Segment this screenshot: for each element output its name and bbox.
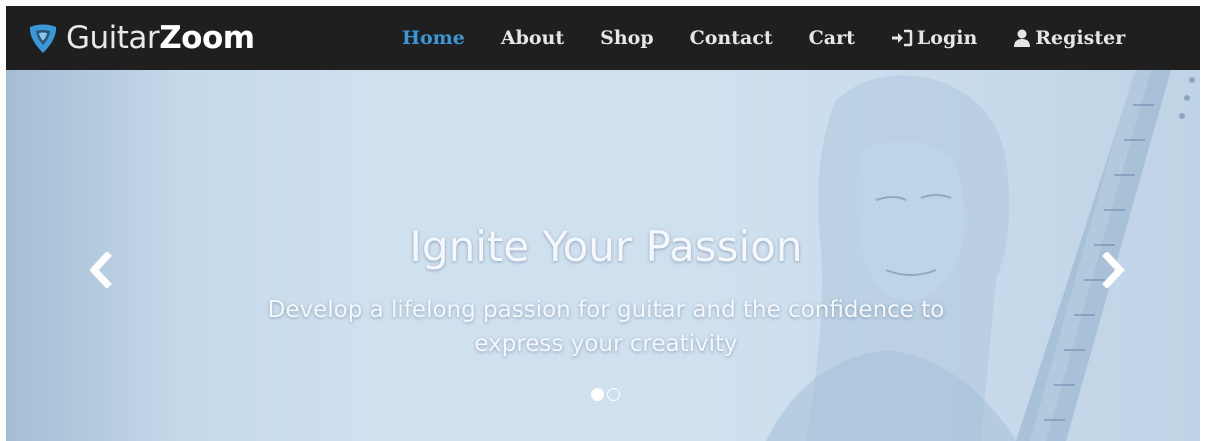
nav-register[interactable]: Register: [1013, 27, 1125, 49]
guitar-pick-icon: [29, 24, 57, 53]
nav-contact[interactable]: Contact: [690, 27, 773, 49]
sign-in-icon: [891, 29, 913, 47]
brand-logo[interactable]: GuitarZoom: [26, 18, 255, 58]
nav-login[interactable]: Login: [891, 27, 977, 49]
nav-home[interactable]: Home: [402, 27, 465, 49]
hero-title: Ignite Your Passion: [409, 222, 803, 271]
main-nav: Home About Shop Contact Cart Login Regis…: [402, 6, 1125, 70]
nav-register-label: Register: [1035, 27, 1126, 49]
nav-login-label: Login: [916, 27, 978, 49]
carousel-indicator-2[interactable]: [607, 388, 620, 401]
carousel-indicators: [591, 388, 620, 401]
chevron-right-icon: [1102, 252, 1125, 288]
top-navbar: GuitarZoom Home About Shop Contact Cart …: [6, 6, 1200, 70]
hero-carousel: Ignite Your Passion Develop a lifelong p…: [6, 70, 1200, 441]
nav-shop[interactable]: Shop: [600, 27, 654, 49]
chevron-left-icon: [89, 252, 112, 288]
hero-subtitle: Develop a lifelong passion for guitar an…: [206, 293, 1006, 361]
nav-cart[interactable]: Cart: [809, 27, 855, 49]
carousel-next-button[interactable]: [1094, 245, 1134, 295]
carousel-prev-button[interactable]: [80, 245, 120, 295]
brand-name: GuitarZoom: [66, 20, 255, 56]
user-icon: [1014, 29, 1031, 47]
hero-subtitle-line-2: express your creativity: [474, 331, 738, 357]
nav-about[interactable]: About: [501, 27, 564, 49]
brand-name-bold: Zoom: [159, 20, 255, 56]
brand-name-light: Guitar: [66, 20, 160, 56]
hero-subtitle-line-1: Develop a lifelong passion for guitar an…: [267, 297, 945, 323]
carousel-indicator-1[interactable]: [591, 388, 604, 401]
